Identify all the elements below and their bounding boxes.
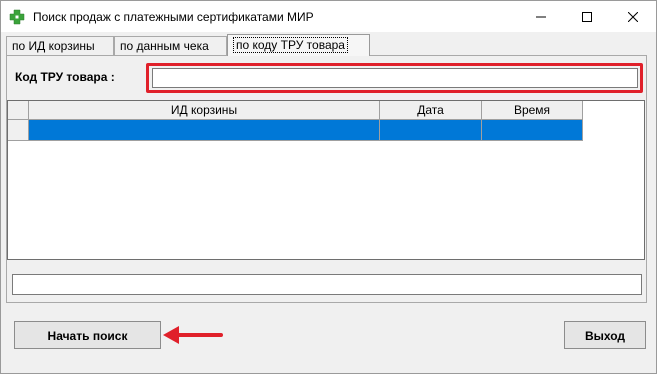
title-bar: Поиск продаж с платежными сертификатами …	[1, 1, 656, 32]
tab-receipt-data[interactable]: по данным чека	[114, 36, 227, 55]
tab-product-code[interactable]: по коду ТРУ товара	[227, 34, 370, 56]
row-indicator[interactable]	[8, 120, 29, 141]
results-grid[interactable]: ИД корзины Дата Время	[7, 100, 645, 260]
status-field	[12, 274, 642, 295]
grid-corner	[8, 101, 29, 120]
cell-time[interactable]	[482, 120, 583, 141]
green-cross-icon	[9, 9, 25, 25]
column-header-basket-id[interactable]: ИД корзины	[29, 101, 380, 120]
column-header-time[interactable]: Время	[482, 101, 583, 120]
cell-date[interactable]	[380, 120, 482, 141]
window-title: Поиск продаж с платежными сертификатами …	[33, 10, 314, 24]
tab-label: по коду ТРУ товара	[233, 37, 348, 53]
tab-basket-id[interactable]: по ИД корзины	[6, 36, 114, 55]
tab-label: по данным чека	[120, 39, 209, 53]
cell-basket-id[interactable]	[29, 120, 380, 141]
start-search-button[interactable]: Начать поиск	[14, 321, 161, 349]
search-window: Поиск продаж с платежными сертификатами …	[0, 0, 657, 374]
exit-button[interactable]: Выход	[564, 321, 646, 349]
minimize-icon	[536, 16, 546, 17]
close-button[interactable]	[610, 1, 656, 32]
tab-label: по ИД корзины	[12, 39, 95, 53]
maximize-icon	[582, 11, 592, 22]
maximize-button[interactable]	[564, 1, 610, 32]
close-icon	[628, 11, 638, 22]
arrow-annotation-icon	[163, 326, 223, 344]
code-label: Код ТРУ товара :	[15, 70, 115, 84]
column-header-date[interactable]: Дата	[380, 101, 482, 120]
code-input[interactable]	[152, 68, 638, 88]
minimize-button[interactable]	[518, 1, 564, 32]
